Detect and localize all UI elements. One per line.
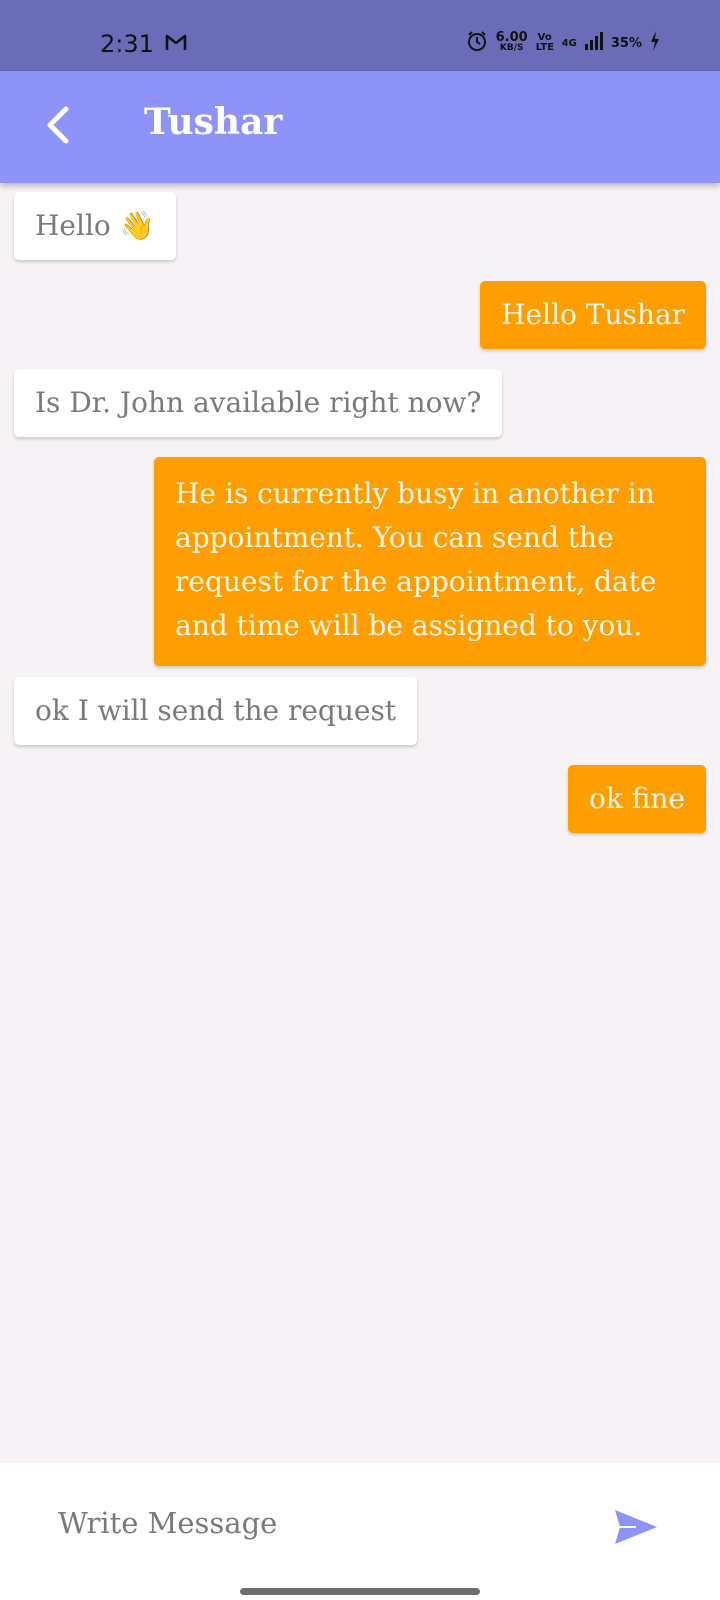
signal-icon xyxy=(584,32,603,54)
network-type: 4G xyxy=(561,37,577,49)
speed-unit: KB/S xyxy=(499,43,524,53)
message-outgoing: He is currently busy in another in appoi… xyxy=(154,457,706,666)
back-button[interactable] xyxy=(38,103,86,151)
chat-title: Tushar xyxy=(144,101,283,143)
home-indicator[interactable] xyxy=(240,1588,480,1595)
message-incoming: Hello 👋 xyxy=(14,192,176,260)
battery-level: 35% xyxy=(610,35,642,51)
send-button[interactable] xyxy=(612,1503,660,1551)
network-speed: 6.00 KB/S xyxy=(496,31,528,54)
message-outgoing: Hello Tushar xyxy=(480,281,706,349)
status-icons: 6.00 KB/S Vo LTE 4G 35% xyxy=(466,30,660,56)
back-arrow-icon xyxy=(47,106,69,144)
volte-indicator: Vo LTE xyxy=(535,32,555,53)
message-incoming: Is Dr. John available right now? xyxy=(14,369,503,437)
alarm-icon xyxy=(466,30,488,56)
message-outgoing: ok fine xyxy=(567,765,706,833)
status-bar: 2:31 6.00 KB/S Vo LTE 4G 35% xyxy=(0,0,720,71)
gmail-icon xyxy=(165,33,187,55)
message-input[interactable] xyxy=(58,1493,578,1553)
message-incoming: ok I will send the request xyxy=(14,677,418,745)
message-list[interactable]: Hello 👋 Hello Tushar Is Dr. John availab… xyxy=(0,183,720,1463)
status-time: 2:31 xyxy=(100,30,154,58)
send-icon xyxy=(615,1510,657,1544)
composer-bar xyxy=(0,1463,720,1600)
app-bar: Tushar xyxy=(0,71,720,183)
charging-icon xyxy=(650,31,660,55)
